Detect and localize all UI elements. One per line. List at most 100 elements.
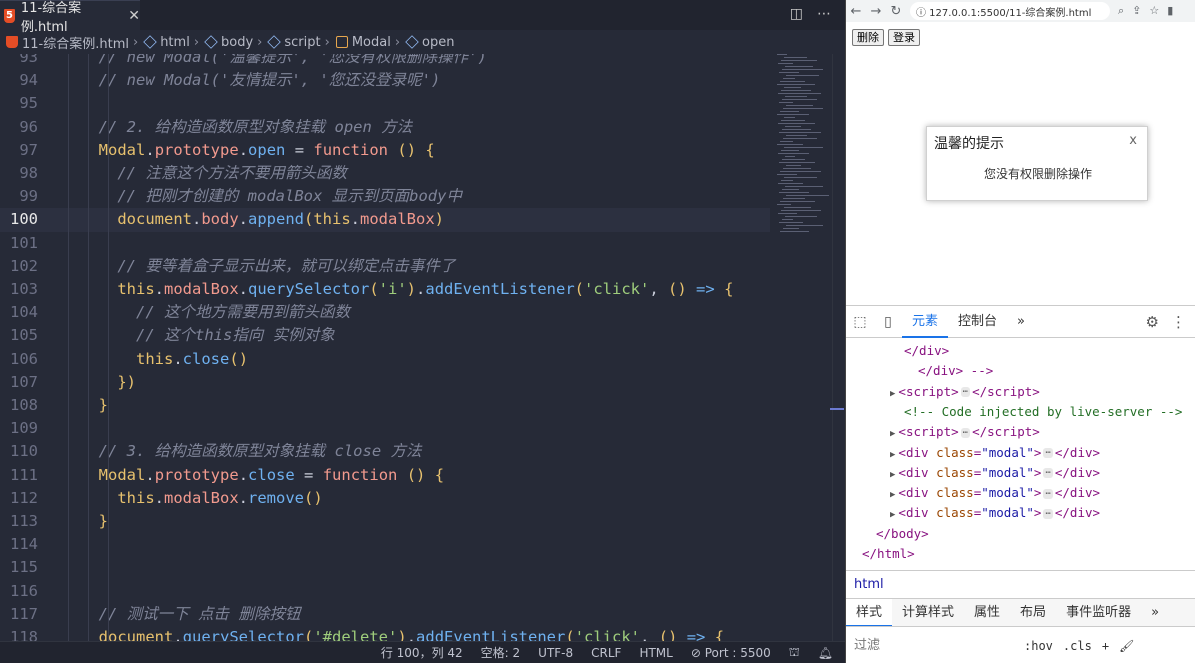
minimap-line xyxy=(782,129,811,130)
inspect-icon[interactable]: ⬚ xyxy=(846,314,874,330)
gear-icon[interactable]: ⚙ xyxy=(1146,313,1159,331)
expand-triangle-icon[interactable]: ▶ xyxy=(890,429,895,439)
dom-node[interactable]: </body> xyxy=(876,524,929,544)
more-tabs-icon[interactable]: » xyxy=(1007,306,1035,338)
styles-subtab[interactable]: 计算样式 xyxy=(892,599,964,627)
dom-node[interactable]: </div> xyxy=(904,341,949,361)
live-server-port[interactable]: ⊘ Port : 5500 xyxy=(691,646,771,660)
reload-icon[interactable]: ↻ xyxy=(886,4,906,19)
minimap[interactable] xyxy=(775,54,830,254)
styles-subtab[interactable]: 属性 xyxy=(964,599,1010,627)
expand-triangle-icon[interactable]: ▶ xyxy=(890,470,895,480)
device-toolbar-icon[interactable]: ▯ xyxy=(874,314,902,330)
zoom-icon[interactable]: ⌕ xyxy=(1118,4,1124,18)
paint-icon[interactable]: 🖌︎ xyxy=(1119,639,1134,653)
modal-close-icon[interactable]: x xyxy=(1129,133,1137,148)
code-line[interactable]: 103 this.modalBox.querySelector('i').add… xyxy=(0,278,770,301)
code-editor[interactable]: 5 11-综合案例.html ✕ ◫ ⋯ 11-综合案例.html › html › b… xyxy=(0,0,845,663)
share-icon[interactable]: ⇪ xyxy=(1132,4,1141,18)
breadcrumb-item[interactable]: script xyxy=(266,35,321,50)
code-line[interactable]: 100 document.body.append(this.modalBox) xyxy=(0,208,770,232)
line-ending[interactable]: CRLF xyxy=(591,646,621,660)
code-line[interactable]: 95 xyxy=(0,92,770,115)
more-actions-icon[interactable]: ⋯ xyxy=(817,6,831,22)
encoding[interactable]: UTF-8 xyxy=(538,646,573,660)
tab-elements[interactable]: 元素 xyxy=(902,306,949,338)
breadcrumb-item[interactable]: 11-综合案例.html xyxy=(4,33,129,52)
add-rule-icon[interactable]: + xyxy=(1102,639,1109,653)
code-area[interactable]: 93 // new Modal('温馨提示', '您没有权限删除操作') 94 /… xyxy=(0,54,770,641)
code-line[interactable]: 101 xyxy=(0,232,770,255)
code-line[interactable]: 104 // 这个地方需要用到箭头函数 xyxy=(0,301,770,324)
code-line[interactable]: 93 // new Modal('温馨提示', '您没有权限删除操作') xyxy=(0,54,770,69)
code-line[interactable]: 109 xyxy=(0,417,770,440)
broadcast-icon[interactable]: ⛫ xyxy=(789,645,800,661)
star-icon[interactable]: ☆ xyxy=(1149,4,1159,18)
browser-toolbar: ← → ↻ ⓘ 127.0.0.1:5500/11-综合案例.html ⌕ ⇪ … xyxy=(846,0,1195,22)
dom-node[interactable]: ▶ <script> ⋯ </script> xyxy=(890,422,1040,442)
back-icon[interactable]: ← xyxy=(846,4,866,19)
expand-triangle-icon[interactable]: ▶ xyxy=(890,510,895,520)
code-line[interactable]: 117 // 测试一下 点击 删除按钮 xyxy=(0,603,770,626)
dom-breadcrumb[interactable]: html xyxy=(846,570,1195,598)
breadcrumb-item[interactable]: body xyxy=(203,35,253,50)
expand-triangle-icon[interactable]: ▶ xyxy=(890,450,895,460)
code-line[interactable]: 115 xyxy=(0,556,770,579)
breadcrumb-item[interactable]: open xyxy=(404,35,454,50)
language-mode[interactable]: HTML xyxy=(639,646,672,660)
code-line[interactable]: 97 Modal.prototype.open = function () { xyxy=(0,139,770,162)
expand-triangle-icon[interactable]: ▶ xyxy=(890,389,895,399)
dom-node[interactable]: ▶ <div class="modal"> ⋯ </div> xyxy=(890,503,1100,523)
dom-node[interactable]: </div> --> xyxy=(918,361,993,381)
address-bar[interactable]: ⓘ 127.0.0.1:5500/11-综合案例.html xyxy=(910,2,1110,20)
code-line[interactable]: 112 this.modalBox.remove() xyxy=(0,487,770,510)
editor-tab[interactable]: 5 11-综合案例.html ✕ xyxy=(0,0,140,35)
expand-triangle-icon[interactable]: ▶ xyxy=(890,490,895,500)
code-line[interactable]: 111 Modal.prototype.close = function () … xyxy=(0,464,770,487)
bell-icon[interactable]: 🔔︎ xyxy=(818,646,833,660)
code-line[interactable]: 116 xyxy=(0,580,770,603)
styles-subtab[interactable]: 事件监听器 xyxy=(1056,599,1141,627)
breadcrumb-item[interactable]: html xyxy=(142,35,190,50)
tab-console[interactable]: 控制台 xyxy=(948,306,1007,338)
code-line[interactable]: 98 // 注意这个方法不要用箭头函数 xyxy=(0,162,770,185)
dom-node[interactable]: ▶ <div class="modal"> ⋯ </div> xyxy=(890,483,1100,503)
cursor-position[interactable]: 行 100，列 42 xyxy=(381,644,463,661)
dom-node[interactable]: ▶ <div class="modal"> ⋯ </div> xyxy=(890,443,1100,463)
delete-button[interactable]: 删除 xyxy=(852,29,884,46)
code-line[interactable]: 107 }) xyxy=(0,371,770,394)
close-icon[interactable]: ✕ xyxy=(128,8,140,24)
filter-input[interactable] xyxy=(854,633,1024,658)
code-line[interactable]: 105 // 这个this指向 实例对象 xyxy=(0,324,770,347)
kebab-menu-icon[interactable]: ⋮ xyxy=(1171,313,1186,331)
code-line[interactable]: 113 } xyxy=(0,510,770,533)
editor-scrollbar[interactable] xyxy=(832,54,844,641)
split-editor-icon[interactable]: ◫ xyxy=(790,6,803,22)
modal-title: 温馨的提示 xyxy=(934,136,1004,152)
styles-subtab[interactable]: » xyxy=(1141,599,1169,627)
code-line[interactable]: 96 // 2. 给构造函数原型对象挂载 open 方法 xyxy=(0,116,770,139)
dom-node[interactable]: <!-- Code injected by live-server --> xyxy=(904,402,1182,422)
dom-tree[interactable]: </div> </div> --> ▶ <script> ⋯ </script> <!-- … xyxy=(846,339,1195,569)
code-line[interactable]: 118 document.querySelector('#delete').ad… xyxy=(0,626,770,641)
styles-subtab[interactable]: 样式 xyxy=(846,598,893,627)
code-line[interactable]: 114 xyxy=(0,533,770,556)
forward-icon[interactable]: → xyxy=(866,4,886,19)
styles-subtab[interactable]: 布局 xyxy=(1010,599,1056,627)
code-line[interactable]: 108 } xyxy=(0,394,770,417)
code-line[interactable]: 94 // new Modal('友情提示', '您还没登录呢') xyxy=(0,69,770,92)
sidebar-icon[interactable]: ▮ xyxy=(1167,4,1173,18)
code-line[interactable]: 99 // 把刚才创建的 modalBox 显示到页面body中 xyxy=(0,185,770,208)
code-line[interactable]: 102 // 要等着盒子显示出来，就可以绑定点击事件了 xyxy=(0,255,770,278)
login-button[interactable]: 登录 xyxy=(888,29,920,46)
code-line[interactable]: 110 // 3. 给构造函数原型对象挂载 close 方法 xyxy=(0,440,770,463)
dom-node[interactable]: ▶ <div class="modal"> ⋯ </div> xyxy=(890,463,1100,483)
dom-node[interactable]: </html> xyxy=(862,544,915,564)
hov-toggle[interactable]: :hov xyxy=(1024,639,1053,653)
breadcrumb-item[interactable]: Modal xyxy=(334,35,391,50)
cls-toggle[interactable]: .cls xyxy=(1063,639,1092,653)
minimap-line xyxy=(782,219,793,220)
dom-node[interactable]: ▶ <script> ⋯ </script> xyxy=(890,382,1040,402)
indentation[interactable]: 空格: 2 xyxy=(481,644,521,661)
code-line[interactable]: 106 this.close() xyxy=(0,348,770,371)
